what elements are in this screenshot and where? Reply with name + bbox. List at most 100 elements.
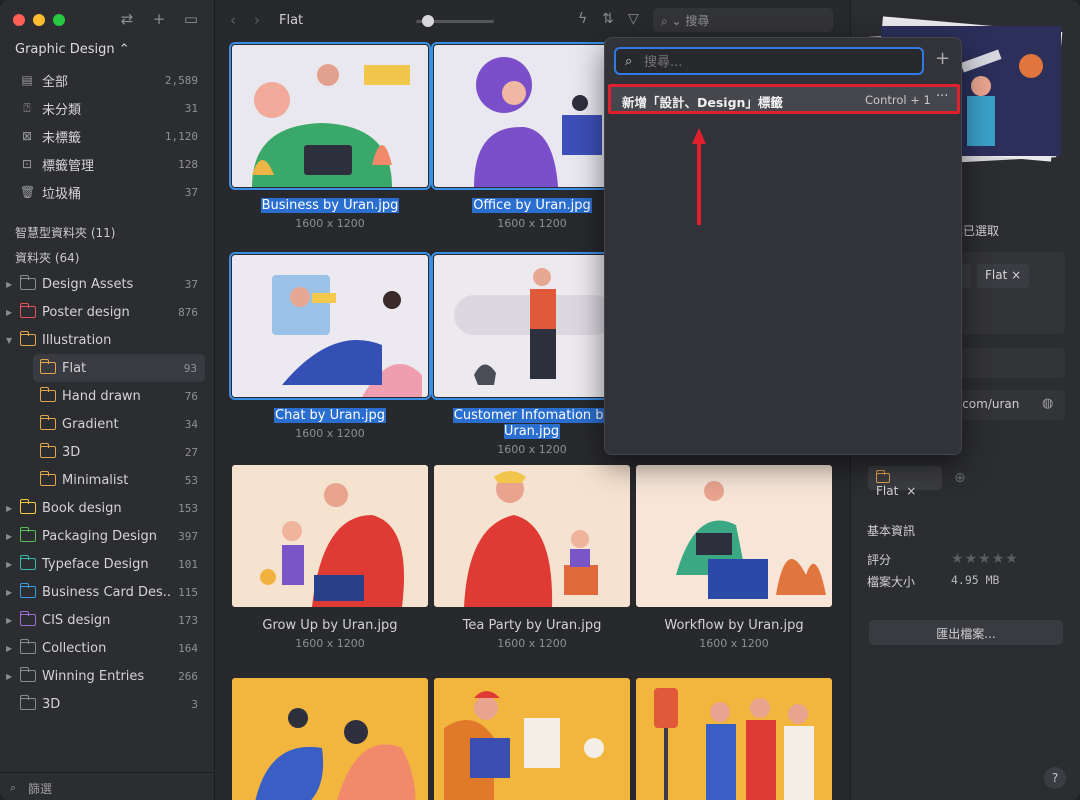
add-tag-icon[interactable]: + (935, 50, 950, 68)
window-controls (13, 14, 65, 26)
folder-chip[interactable]: Flat × (868, 466, 942, 498)
folder-winning-entries[interactable]: ▶ Winning Entries 266 (0, 662, 215, 690)
asset-thumbnail[interactable] (431, 42, 633, 190)
asset-tile[interactable]: Tea Party by Uran.jpg 1600 x 1200 (434, 465, 630, 650)
library-switcher[interactable]: Graphic Design ⌃ (15, 42, 130, 57)
smart-folders-header[interactable]: 智慧型資料夾 (11) (15, 224, 115, 241)
folder-cis-design[interactable]: ▶ CIS design 173 (0, 606, 215, 634)
chevron-right-icon[interactable]: ▶ (6, 280, 12, 289)
search-input[interactable]: ⌕ ⌄ 搜尋 (653, 8, 833, 32)
folder-poster-design[interactable]: ▶ Poster design 876 (0, 298, 215, 326)
remove-icon[interactable]: × (906, 484, 916, 498)
sidebar: ⇄ + ▭ Graphic Design ⌃ ▤ 全部 2,589 ⍰ 未分類 31 ⊠… (0, 0, 215, 800)
asset-dimensions: 1600 x 1200 (699, 637, 769, 650)
sort-icon[interactable]: ⇅ (602, 11, 614, 27)
sync-icon[interactable]: ⇄ (118, 10, 136, 28)
asset-tile[interactable]: Business by Uran.jpg 1600 x 1200 (229, 42, 431, 230)
zoom-window-button[interactable] (53, 14, 65, 26)
asset-thumbnail[interactable] (229, 252, 431, 400)
chevron-right-icon[interactable]: ▶ (6, 672, 12, 681)
folder-minimalist[interactable]: Minimalist 53 (0, 466, 215, 494)
chevron-right-icon[interactable]: ▶ (6, 644, 12, 653)
asset-thumbnail[interactable] (431, 252, 633, 400)
forward-icon[interactable]: › (254, 11, 260, 29)
annotation-arrow (692, 128, 706, 225)
asset-dimensions: 1600 x 1200 (295, 427, 365, 440)
search-icon: ⌕ (10, 781, 17, 794)
sidebar-toggle-icon[interactable]: ▭ (182, 10, 200, 28)
sidebar-item-tag-manager[interactable]: ⊡ 標籤管理 128 (0, 150, 215, 178)
sidebar-item-uncategorized[interactable]: ⍰ 未分類 31 (0, 94, 215, 122)
chevron-right-icon[interactable]: ▶ (6, 588, 12, 597)
slider-knob[interactable] (422, 15, 434, 27)
back-icon[interactable]: ‹ (230, 11, 236, 29)
chevron-right-icon[interactable]: ▶ (6, 308, 12, 317)
quick-access: ▤ 全部 2,589 ⍰ 未分類 31 ⊠ 未標籤 1,120 ⊡ 標籤管理 128 🗑 垃圾桶 3… (0, 66, 215, 206)
folders-header[interactable]: 資料夾 (64) (15, 249, 79, 266)
more-icon[interactable]: ··· (936, 89, 948, 104)
asset-tile[interactable] (232, 678, 428, 800)
export-button[interactable]: 匯出檔案... (869, 620, 1063, 645)
asset-thumbnail[interactable] (229, 42, 431, 190)
asset-tile[interactable] (636, 678, 832, 800)
add-folder-icon[interactable]: ⊕ (954, 470, 966, 486)
folder-icon (19, 583, 36, 598)
chevron-down-icon[interactable]: ▼ (6, 336, 12, 345)
bolt-icon[interactable]: ϟ (578, 11, 587, 27)
help-button[interactable]: ? (1044, 767, 1066, 789)
asset-thumbnail[interactable] (232, 465, 428, 607)
close-window-button[interactable] (13, 14, 25, 26)
asset-thumbnail[interactable] (232, 678, 428, 800)
asset-thumbnail[interactable] (434, 678, 630, 800)
asset-tile[interactable]: Workflow by Uran.jpg 1600 x 1200 (636, 465, 832, 650)
add-tag-suggestion[interactable]: 新增「設計、Design」標籤 Control + 1 ··· (608, 84, 960, 114)
thumbnail-size-slider[interactable] (416, 15, 494, 27)
folder-icon (39, 359, 56, 374)
tag-search-input[interactable] (644, 52, 914, 72)
tag-search-field[interactable]: ⌕ (614, 47, 924, 75)
folder-design-assets[interactable]: ▶ Design Assets 37 (0, 270, 215, 298)
filter-icon[interactable]: ▽ (628, 11, 639, 27)
globe-icon[interactable]: ◍ (1042, 396, 1053, 411)
add-icon[interactable]: + (150, 10, 168, 28)
asset-thumbnail[interactable] (636, 678, 832, 800)
asset-tile[interactable]: Office by Uran.jpg 1600 x 1200 (431, 42, 633, 230)
folder-gradient[interactable]: Gradient 34 (0, 410, 215, 438)
asset-thumbnail[interactable] (636, 465, 832, 607)
folder-typeface-design[interactable]: ▶ Typeface Design 101 (0, 550, 215, 578)
rating-stars[interactable]: ★★★★★ (951, 551, 1019, 567)
folder-icon (875, 470, 890, 483)
uncategorized-icon: ⍰ (23, 101, 31, 115)
sidebar-item-all[interactable]: ▤ 全部 2,589 (0, 66, 215, 94)
folder-illustration[interactable]: ▼ Illustration (0, 326, 215, 354)
asset-tile[interactable]: Chat by Uran.jpg 1600 x 1200 (229, 252, 431, 440)
sidebar-item-untagged[interactable]: ⊠ 未標籤 1,120 (0, 122, 215, 150)
sidebar-item-trash[interactable]: 🗑 垃圾桶 37 (0, 178, 215, 206)
folder-icon (39, 443, 56, 458)
asset-name: Workflow by Uran.jpg (664, 618, 804, 633)
folder-icon (39, 471, 56, 486)
folder-book-design[interactable]: ▶ Book design 153 (0, 494, 215, 522)
folder-3d[interactable]: 3D 3 (0, 690, 215, 718)
search-icon: ⌕ ⌄ (661, 14, 686, 28)
folder-flat[interactable]: Flat 93 (33, 354, 205, 382)
tag-chip[interactable]: Flat × (977, 264, 1030, 288)
chevron-right-icon[interactable]: ▶ (6, 504, 12, 513)
star-icon: ★ (951, 551, 965, 567)
folder-packaging-design[interactable]: ▶ Packaging Design 397 (0, 522, 215, 550)
folder-hand-drawn[interactable]: Hand drawn 76 (0, 382, 215, 410)
chevron-right-icon[interactable]: ▶ (6, 532, 12, 541)
asset-thumbnail[interactable] (434, 465, 630, 607)
sidebar-toolbar: ⇄ + ▭ (118, 10, 200, 28)
chevron-right-icon[interactable]: ▶ (6, 616, 12, 625)
sidebar-filter[interactable]: ⌕ 篩選 (0, 772, 215, 800)
asset-tile[interactable] (434, 678, 630, 800)
asset-tile[interactable]: Grow Up by Uran.jpg 1600 x 1200 (232, 465, 428, 650)
folder-collection[interactable]: ▶ Collection 164 (0, 634, 215, 662)
minimize-window-button[interactable] (33, 14, 45, 26)
chevron-right-icon[interactable]: ▶ (6, 560, 12, 569)
folder-business-card-design[interactable]: ▶ Business Card Des... 115 (0, 578, 215, 606)
asset-tile[interactable]: Customer Infomation by Uran.jpg 1600 x 1… (431, 252, 633, 456)
folder-3d-sub[interactable]: 3D 27 (0, 438, 215, 466)
all-items-icon: ▤ (21, 73, 33, 87)
